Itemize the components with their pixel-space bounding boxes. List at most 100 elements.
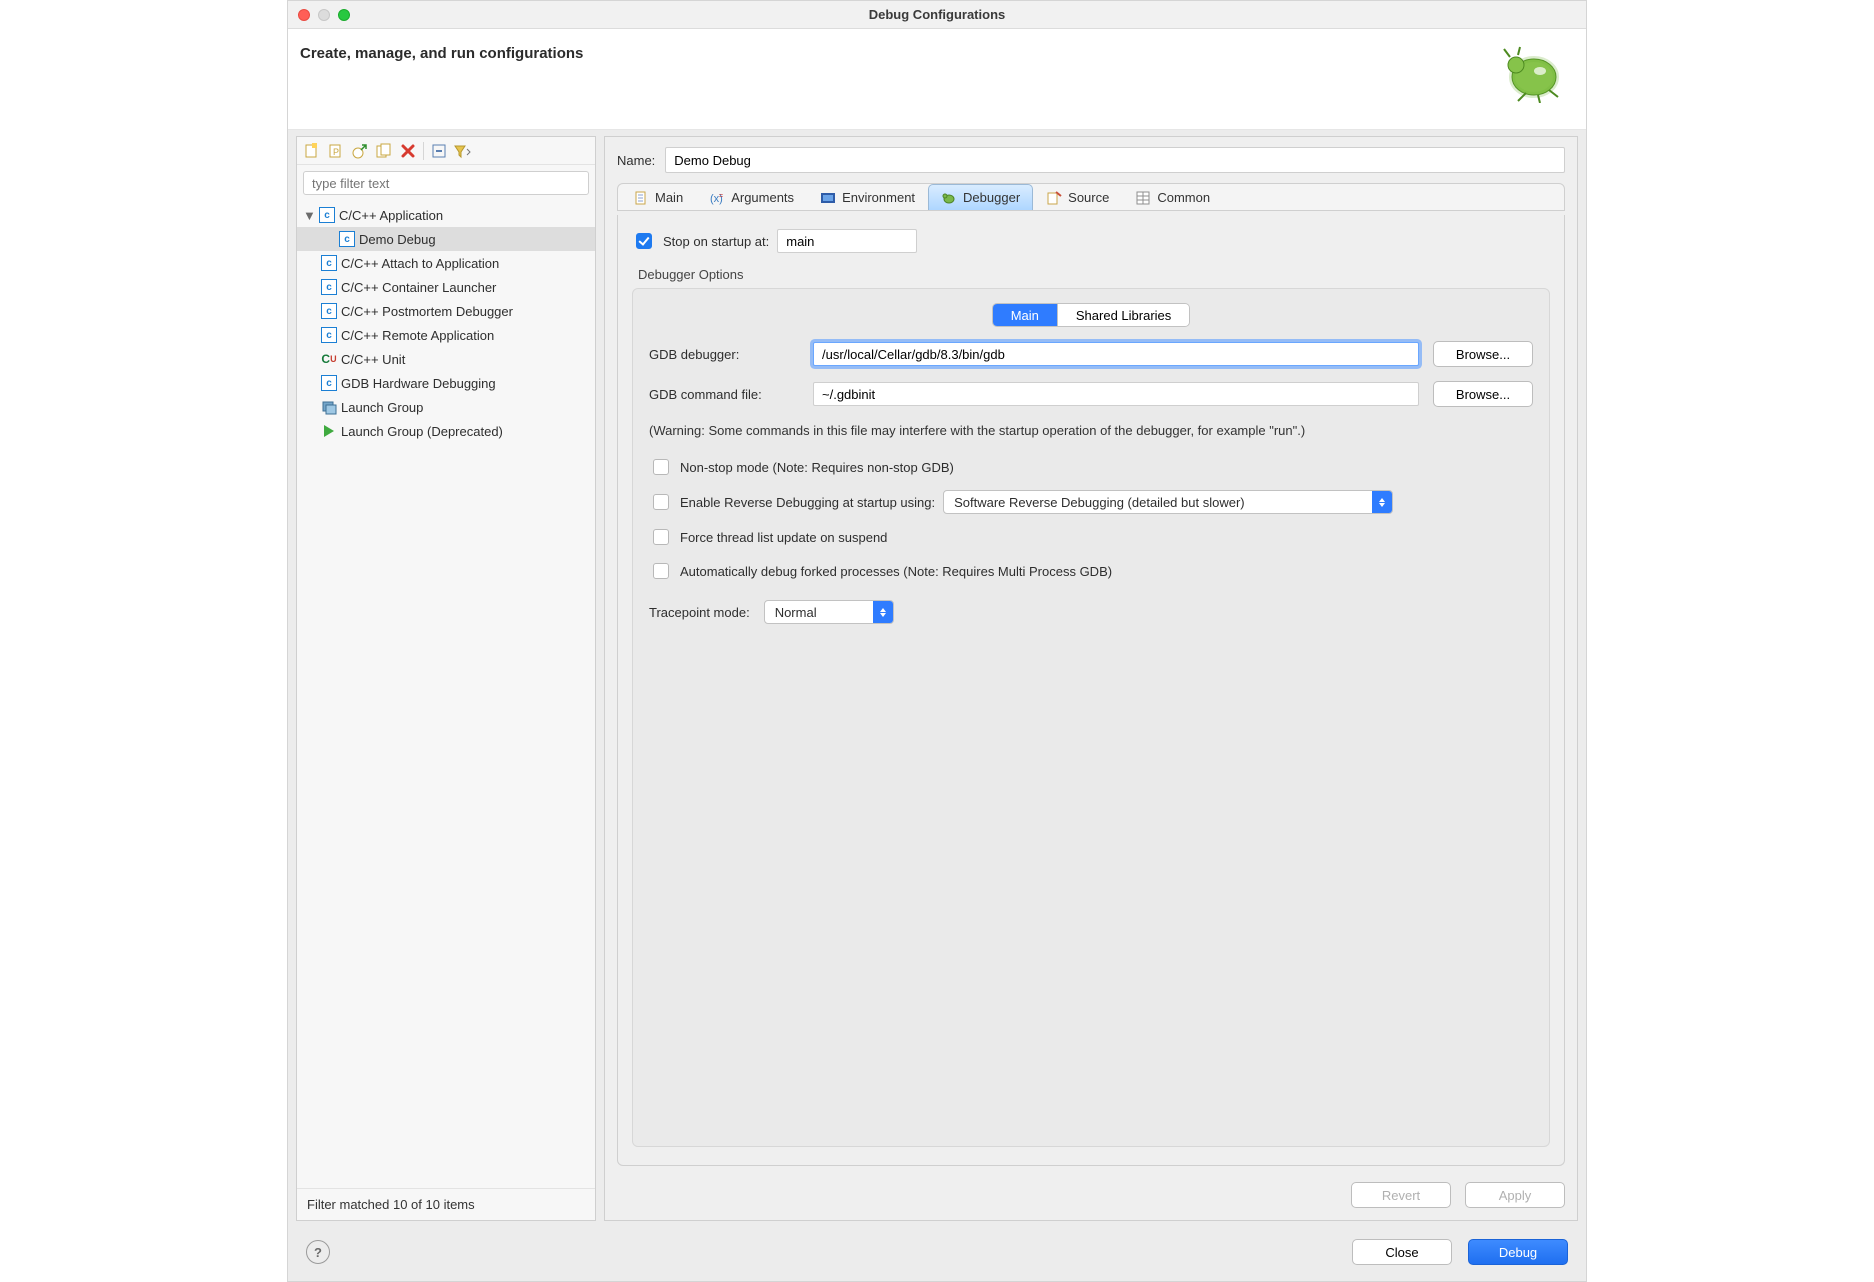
reverse-label: Enable Reverse Debugging at startup usin… [680,495,935,510]
stop-on-startup-label: Stop on startup at: [663,234,769,249]
tree-item-gdb-hw[interactable]: c GDB Hardware Debugging [297,371,595,395]
tab-label: Arguments [731,190,794,205]
tracepoint-select[interactable]: Normal [764,600,894,624]
collapse-all-icon[interactable] [428,140,450,162]
c-unit-icon: CU [321,351,337,367]
filter-icon[interactable] [452,140,474,162]
source-icon [1046,190,1062,206]
tab-arguments[interactable]: (x)= Arguments [696,184,807,210]
chevron-updown-icon [873,601,893,623]
tree-label: GDB Hardware Debugging [341,376,496,391]
gdb-command-file-input[interactable] [813,382,1419,406]
tab-label: Environment [842,190,915,205]
tab-common[interactable]: Common [1122,184,1223,210]
reverse-checkbox[interactable] [653,494,669,510]
gdb-debugger-label: GDB debugger: [649,347,799,362]
nonstop-row[interactable]: Non-stop mode (Note: Requires non-stop G… [649,456,1533,478]
c-file-icon: c [321,255,337,271]
subtab-main[interactable]: Main [993,304,1057,326]
tree-item-remote[interactable]: c C/C++ Remote Application [297,323,595,347]
tree-label: C/C++ Unit [341,352,405,367]
apply-button[interactable]: Apply [1465,1182,1565,1208]
c-file-icon: c [339,231,355,247]
tree-item-launch-group[interactable]: Launch Group [297,395,595,419]
header-banner: Create, manage, and run configurations [288,29,1586,130]
debug-button[interactable]: Debug [1468,1239,1568,1265]
window-title: Debug Configurations [288,7,1586,22]
tree-item-postmortem[interactable]: c C/C++ Postmortem Debugger [297,299,595,323]
dialog-footer: ? Close Debug [288,1227,1586,1281]
auto-fork-row[interactable]: Automatically debug forked processes (No… [649,560,1533,582]
help-icon[interactable]: ? [306,1240,330,1264]
auto-fork-label: Automatically debug forked processes (No… [680,564,1112,579]
debugger-options-title: Debugger Options [638,267,1550,282]
minimize-window-icon [318,9,330,21]
command-file-warning: (Warning: Some commands in this file may… [649,423,1533,438]
configurations-panel: P ▼ c C/C++ Application c Demo D [296,136,596,1221]
force-thread-checkbox[interactable] [653,529,669,545]
arguments-icon: (x)= [709,190,725,206]
tab-debugger[interactable]: Debugger [928,184,1033,210]
tree-label: Launch Group (Deprecated) [341,424,503,439]
table-icon [1135,190,1151,206]
run-icon [321,423,337,439]
tree-item-container[interactable]: c C/C++ Container Launcher [297,275,595,299]
auto-fork-checkbox[interactable] [653,563,669,579]
gdb-debugger-input[interactable] [813,342,1419,366]
tab-label: Main [655,190,683,205]
tab-source[interactable]: Source [1033,184,1122,210]
close-window-icon[interactable] [298,9,310,21]
nonstop-checkbox[interactable] [653,459,669,475]
c-file-icon: c [321,279,337,295]
tracepoint-value: Normal [765,605,873,620]
new-config-icon[interactable] [301,140,323,162]
delete-icon[interactable] [397,140,419,162]
browse-gdb-button[interactable]: Browse... [1433,341,1533,367]
reverse-select[interactable]: Software Reverse Debugging (detailed but… [943,490,1393,514]
tab-main[interactable]: Main [620,184,696,210]
chevron-down-icon[interactable]: ▼ [303,208,315,223]
tab-label: Source [1068,190,1109,205]
reverse-select-value: Software Reverse Debugging (detailed but… [944,495,1372,510]
gdb-command-file-label: GDB command file: [649,387,799,402]
tree-item-attach[interactable]: c C/C++ Attach to Application [297,251,595,275]
export-icon[interactable] [349,140,371,162]
force-thread-label: Force thread list update on suspend [680,530,887,545]
name-input[interactable] [665,147,1565,173]
tree-label: C/C++ Postmortem Debugger [341,304,513,319]
tree-item-c-cpp-application[interactable]: ▼ c C/C++ Application [297,203,595,227]
force-thread-row[interactable]: Force thread list update on suspend [649,526,1533,548]
bug-icon [941,190,957,206]
svg-text:P: P [333,147,339,157]
revert-button[interactable]: Revert [1351,1182,1451,1208]
document-icon [633,190,649,206]
debug-bug-icon [1494,45,1564,103]
browse-cmdfile-button[interactable]: Browse... [1433,381,1533,407]
configurations-tree[interactable]: ▼ c C/C++ Application c Demo Debug c C/C… [297,201,595,1188]
stop-on-startup-checkbox[interactable] [636,233,652,249]
filter-status: Filter matched 10 of 10 items [297,1188,595,1220]
nonstop-label: Non-stop mode (Note: Requires non-stop G… [680,460,954,475]
subtab-shared-libraries[interactable]: Shared Libraries [1057,304,1189,326]
filter-input[interactable] [303,171,589,195]
tree-item-demo-debug[interactable]: c Demo Debug [297,227,595,251]
tree-label: C/C++ Remote Application [341,328,494,343]
c-file-icon: c [321,303,337,319]
tree-label: Demo Debug [359,232,436,247]
environment-icon [820,190,836,206]
configurations-toolbar: P [297,137,595,165]
stop-on-startup-input[interactable] [777,229,917,253]
launch-group-icon [321,399,337,415]
duplicate-icon[interactable] [373,140,395,162]
tab-environment[interactable]: Environment [807,184,928,210]
tree-item-launch-group-deprecated[interactable]: Launch Group (Deprecated) [297,419,595,443]
tracepoint-label: Tracepoint mode: [649,605,750,620]
close-button[interactable]: Close [1352,1239,1452,1265]
zoom-window-icon[interactable] [338,9,350,21]
tree-item-unit[interactable]: CU C/C++ Unit [297,347,595,371]
toolbar-separator [423,142,424,160]
new-prototype-icon[interactable]: P [325,140,347,162]
c-file-icon: c [321,327,337,343]
c-file-icon: c [321,375,337,391]
tab-label: Common [1157,190,1210,205]
